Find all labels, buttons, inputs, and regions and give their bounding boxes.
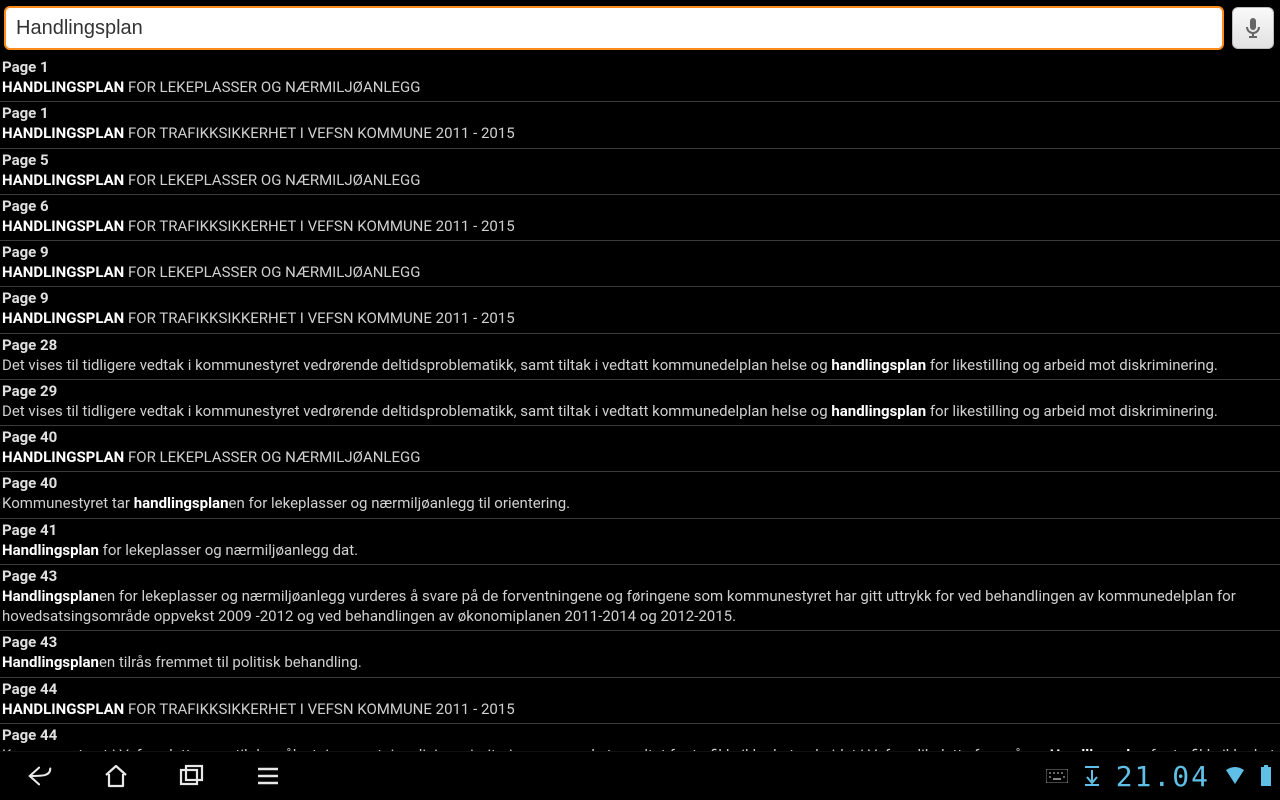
microphone-icon: [1244, 17, 1262, 39]
download-icon[interactable]: [1082, 765, 1102, 787]
result-page-label: Page 9: [2, 289, 1278, 307]
search-bar: [0, 0, 1280, 56]
menu-button[interactable]: [254, 762, 282, 790]
result-snippet: HANDLINGSPLAN FOR TRAFIKKSIKKERHET I VEF…: [2, 699, 1278, 719]
result-page-label: Page 6: [2, 197, 1278, 215]
result-snippet: Kommunestyret tar handlingsplanen for le…: [2, 493, 1278, 513]
result-page-label: Page 43: [2, 633, 1278, 651]
result-snippet: HANDLINGSPLAN FOR LEKEPLASSER OG NÆRMILJ…: [2, 447, 1278, 467]
result-page-label: Page 29: [2, 382, 1278, 400]
result-page-label: Page 40: [2, 474, 1278, 492]
search-result-item[interactable]: Page 1HANDLINGSPLAN FOR LEKEPLASSER OG N…: [0, 56, 1280, 102]
search-result-item[interactable]: Page 9HANDLINGSPLAN FOR LEKEPLASSER OG N…: [0, 241, 1280, 287]
search-result-item[interactable]: Page 44HANDLINGSPLAN FOR TRAFIKKSIKKERHE…: [0, 678, 1280, 724]
search-result-item[interactable]: Page 41Handlingsplan for lekeplasser og …: [0, 519, 1280, 565]
search-result-item[interactable]: Page 6HANDLINGSPLAN FOR TRAFIKKSIKKERHET…: [0, 195, 1280, 241]
search-result-item[interactable]: Page 40Kommunestyret tar handlingsplanen…: [0, 472, 1280, 518]
result-snippet: Handlingsplanen tilrås fremmet til polit…: [2, 652, 1278, 672]
search-result-item[interactable]: Page 29Det vises til tidligere vedtak i …: [0, 380, 1280, 426]
search-result-item[interactable]: Page 9HANDLINGSPLAN FOR TRAFIKKSIKKERHET…: [0, 287, 1280, 333]
result-page-label: Page 44: [2, 726, 1278, 744]
home-button[interactable]: [102, 762, 130, 790]
search-result-item[interactable]: Page 44Kommunestyret i Vefsn slutter seg…: [0, 724, 1280, 754]
search-results-list[interactable]: Page 1HANDLINGSPLAN FOR LEKEPLASSER OG N…: [0, 56, 1280, 754]
search-result-item[interactable]: Page 43Handlingsplanen for lekeplasser o…: [0, 565, 1280, 632]
result-snippet: HANDLINGSPLAN FOR TRAFIKKSIKKERHET I VEF…: [2, 216, 1278, 236]
result-page-label: Page 40: [2, 428, 1278, 446]
search-result-item[interactable]: Page 1HANDLINGSPLAN FOR TRAFIKKSIKKERHET…: [0, 102, 1280, 148]
result-page-label: Page 43: [2, 567, 1278, 585]
result-page-label: Page 28: [2, 336, 1278, 354]
battery-icon[interactable]: [1260, 765, 1272, 787]
search-result-item[interactable]: Page 28Det vises til tidligere vedtak i …: [0, 334, 1280, 380]
search-result-item[interactable]: Page 40HANDLINGSPLAN FOR LEKEPLASSER OG …: [0, 426, 1280, 472]
search-input[interactable]: [4, 6, 1224, 50]
wifi-icon[interactable]: [1224, 766, 1246, 786]
result-snippet: HANDLINGSPLAN FOR LEKEPLASSER OG NÆRMILJ…: [2, 77, 1278, 97]
result-snippet: HANDLINGSPLAN FOR TRAFIKKSIKKERHET I VEF…: [2, 123, 1278, 143]
result-page-label: Page 44: [2, 680, 1278, 698]
result-page-label: Page 41: [2, 521, 1278, 539]
search-result-item[interactable]: Page 43Handlingsplanen tilrås fremmet ti…: [0, 631, 1280, 677]
result-snippet: Det vises til tidligere vedtak i kommune…: [2, 401, 1278, 421]
system-navigation-bar: 21.04: [0, 751, 1280, 800]
keyboard-icon[interactable]: [1046, 769, 1068, 783]
result-snippet: Det vises til tidligere vedtak i kommune…: [2, 355, 1278, 375]
result-snippet: HANDLINGSPLAN FOR TRAFIKKSIKKERHET I VEF…: [2, 308, 1278, 328]
back-button[interactable]: [26, 762, 54, 790]
result-snippet: Handlingsplan for lekeplasser og nærmilj…: [2, 540, 1278, 560]
result-page-label: Page 1: [2, 58, 1278, 76]
result-page-label: Page 9: [2, 243, 1278, 261]
recent-apps-button[interactable]: [178, 762, 206, 790]
result-page-label: Page 1: [2, 104, 1278, 122]
search-result-item[interactable]: Page 5HANDLINGSPLAN FOR LEKEPLASSER OG N…: [0, 149, 1280, 195]
result-snippet: HANDLINGSPLAN FOR LEKEPLASSER OG NÆRMILJ…: [2, 170, 1278, 190]
result-page-label: Page 5: [2, 151, 1278, 169]
result-snippet: Handlingsplanen for lekeplasser og nærmi…: [2, 586, 1278, 627]
microphone-button[interactable]: [1232, 7, 1274, 49]
result-snippet: HANDLINGSPLAN FOR LEKEPLASSER OG NÆRMILJ…: [2, 262, 1278, 282]
status-clock[interactable]: 21.04: [1116, 760, 1210, 793]
